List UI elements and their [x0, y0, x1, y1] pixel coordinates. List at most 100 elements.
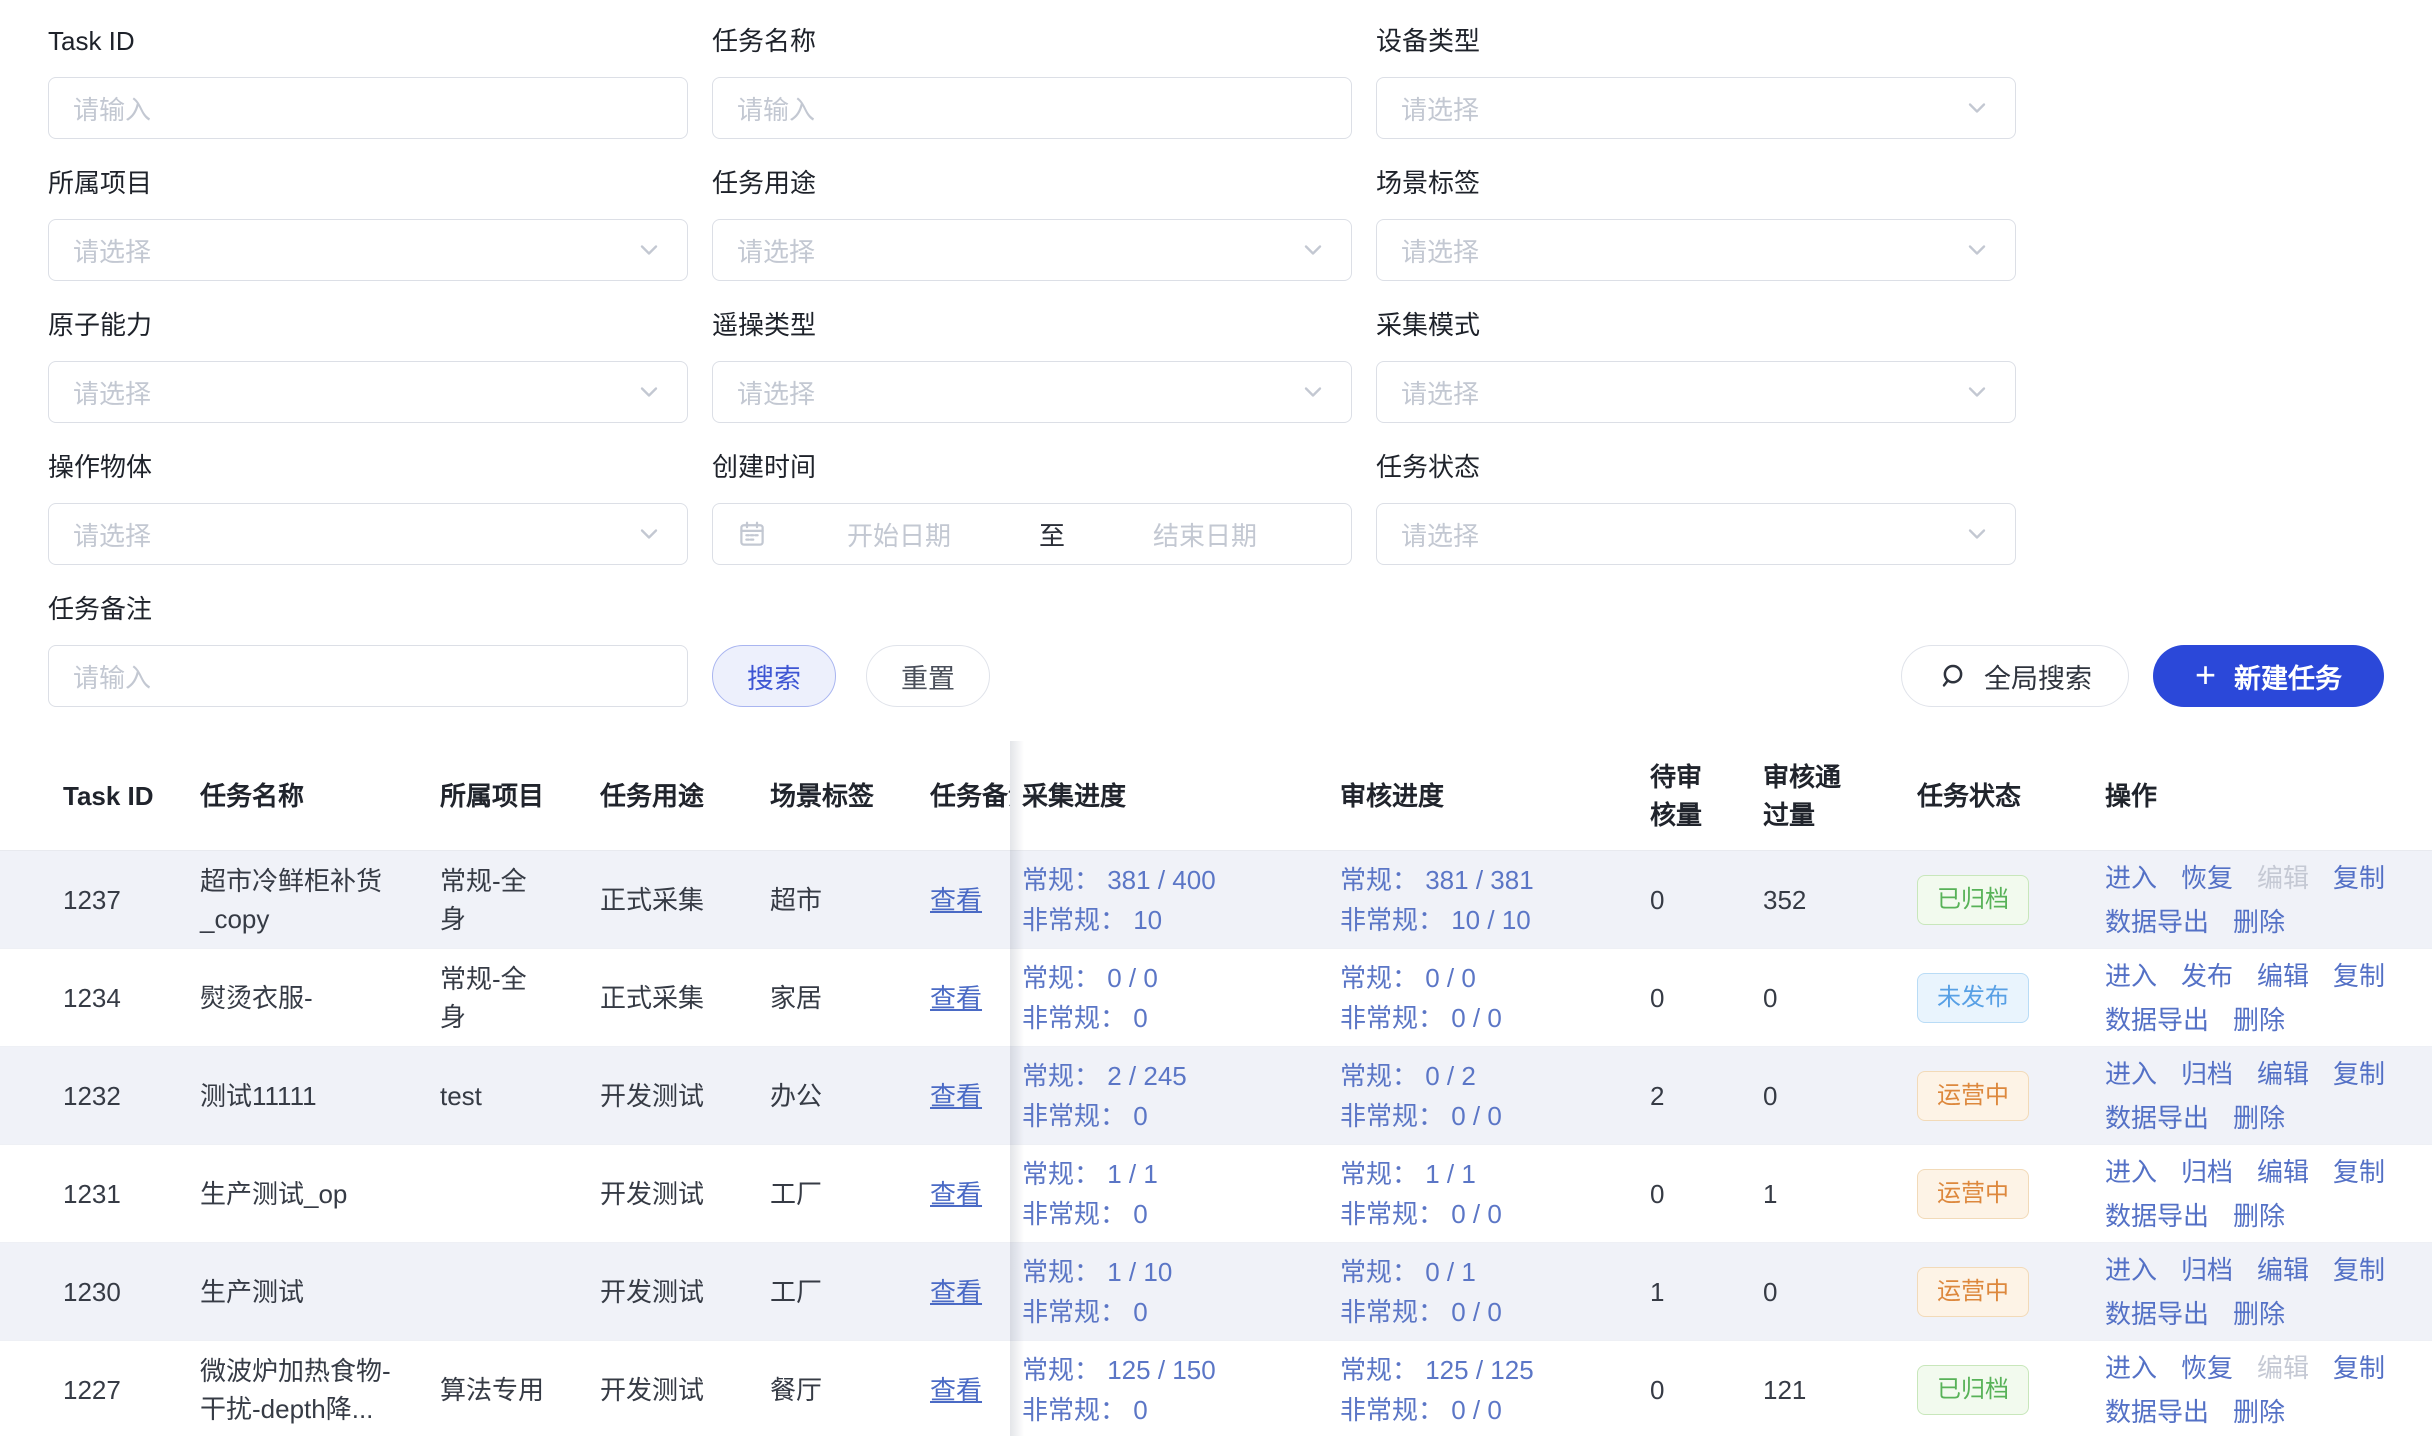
action-link[interactable]: 编辑: [2257, 1058, 2309, 1090]
text-input[interactable]: 请输入: [48, 77, 688, 139]
action-link[interactable]: 删除: [2233, 1298, 2285, 1330]
column-header: 所属项目: [440, 777, 600, 815]
view-remark-link[interactable]: 查看: [930, 1179, 982, 1209]
reset-button[interactable]: 重置: [866, 645, 990, 707]
action-link[interactable]: 数据导出: [2105, 1200, 2209, 1232]
select-input[interactable]: 请选择: [1376, 219, 2016, 281]
new-task-label: 新建任务: [2234, 657, 2342, 696]
cell-purpose: 正式采集: [600, 979, 770, 1017]
column-header: 任务状态: [1905, 777, 2105, 815]
select-placeholder: 请选择: [1401, 374, 1951, 411]
cell-task-id: 1232: [0, 1077, 200, 1115]
field-label: 原子能力: [48, 310, 688, 340]
input-placeholder: 请输入: [73, 658, 663, 695]
action-link[interactable]: 归档: [2181, 1058, 2233, 1090]
view-remark-link[interactable]: 查看: [930, 983, 982, 1013]
action-link[interactable]: 删除: [2233, 1102, 2285, 1134]
progress-line: 常规： 0 / 0: [1022, 958, 1340, 998]
cell-purpose: 正式采集: [600, 881, 770, 919]
table-body: 1237超市冷鲜柜补货_copy常规-全身正式采集超市查看常规： 381 / 4…: [0, 851, 2432, 1436]
action-link[interactable]: 进入: [2105, 1254, 2157, 1286]
cell-review-progress: 常规： 0 / 2非常规： 0 / 0: [1340, 1056, 1650, 1136]
view-remark-link[interactable]: 查看: [930, 885, 982, 915]
new-task-button[interactable]: + 新建任务: [2153, 645, 2384, 707]
action-link[interactable]: 归档: [2181, 1254, 2233, 1286]
action-link[interactable]: 删除: [2233, 1004, 2285, 1036]
view-remark-link[interactable]: 查看: [930, 1081, 982, 1111]
action-link[interactable]: 删除: [2233, 906, 2285, 938]
action-link[interactable]: 复制: [2333, 1254, 2385, 1286]
field-label: 创建时间: [712, 452, 1352, 482]
action-link[interactable]: 数据导出: [2105, 1396, 2209, 1428]
plus-icon: +: [2195, 657, 2216, 693]
action-link[interactable]: 复制: [2333, 1058, 2385, 1090]
select-input[interactable]: 请选择: [48, 361, 688, 423]
action-link[interactable]: 复制: [2333, 960, 2385, 992]
cell-collect-progress: 常规： 2 / 245非常规： 0: [1010, 1056, 1340, 1136]
action-link[interactable]: 编辑: [2257, 960, 2309, 992]
select-input[interactable]: 请选择: [712, 361, 1352, 423]
status-badge: 运营中: [1917, 1071, 2029, 1121]
action-link[interactable]: 删除: [2233, 1200, 2285, 1232]
date-range-input[interactable]: 开始日期至结束日期: [712, 503, 1352, 565]
action-link[interactable]: 进入: [2105, 1058, 2157, 1090]
view-remark-link[interactable]: 查看: [930, 1375, 982, 1405]
action-link[interactable]: 归档: [2181, 1156, 2233, 1188]
select-input[interactable]: 请选择: [1376, 361, 2016, 423]
action-link[interactable]: 进入: [2105, 960, 2157, 992]
search-button[interactable]: 搜索: [712, 645, 836, 707]
cell-status: 运营中: [1905, 1169, 2105, 1219]
action-link[interactable]: 编辑: [2257, 1156, 2309, 1188]
action-link[interactable]: 进入: [2105, 862, 2157, 894]
cell-pending-count: 1: [1650, 1273, 1755, 1311]
select-input[interactable]: 请选择: [48, 503, 688, 565]
progress-line: 常规： 1 / 10: [1022, 1252, 1340, 1292]
action-link[interactable]: 复制: [2333, 1156, 2385, 1188]
action-link[interactable]: 发布: [2181, 960, 2233, 992]
action-links: 进入恢复编辑复制数据导出删除: [2105, 1352, 2412, 1428]
progress-line: 常规： 1 / 1: [1022, 1154, 1340, 1194]
action-link[interactable]: 数据导出: [2105, 1102, 2209, 1134]
global-search-button[interactable]: 全局搜索: [1901, 645, 2129, 707]
cell-remark: 查看: [930, 1273, 1010, 1311]
select-input[interactable]: 请选择: [712, 219, 1352, 281]
column-header: 审核进度: [1340, 777, 1650, 815]
cell-purpose: 开发测试: [600, 1077, 770, 1115]
select-input[interactable]: 请选择: [1376, 503, 2016, 565]
action-link[interactable]: 进入: [2105, 1156, 2157, 1188]
cell-actions: 进入恢复编辑复制数据导出删除: [2105, 1352, 2432, 1428]
cell-actions: 进入归档编辑复制数据导出删除: [2105, 1058, 2432, 1134]
cell-project: 算法专用: [440, 1371, 600, 1409]
remark-input[interactable]: 请输入: [48, 645, 688, 707]
action-link[interactable]: 复制: [2333, 1352, 2385, 1384]
action-link[interactable]: 进入: [2105, 1352, 2157, 1384]
cell-scene: 办公: [770, 1077, 930, 1115]
cell-scene: 餐厅: [770, 1371, 930, 1409]
cell-purpose: 开发测试: [600, 1371, 770, 1409]
chevron-down-icon: [1963, 378, 1991, 406]
status-badge: 已归档: [1917, 1365, 2029, 1415]
select-input[interactable]: 请选择: [48, 219, 688, 281]
cell-task-id: 1227: [0, 1371, 200, 1409]
progress-line: 常规： 381 / 400: [1022, 860, 1340, 900]
view-remark-link[interactable]: 查看: [930, 1277, 982, 1307]
cell-task-id: 1230: [0, 1273, 200, 1311]
chevron-down-icon: [635, 236, 663, 264]
cell-task-name: 测试11111: [200, 1077, 440, 1115]
action-link[interactable]: 恢复: [2181, 862, 2233, 894]
action-link[interactable]: 编辑: [2257, 1254, 2309, 1286]
action-link[interactable]: 复制: [2333, 862, 2385, 894]
action-link[interactable]: 数据导出: [2105, 1004, 2209, 1036]
action-link[interactable]: 数据导出: [2105, 906, 2209, 938]
select-input[interactable]: 请选择: [1376, 77, 2016, 139]
progress-line: 常规： 1 / 1: [1340, 1154, 1650, 1194]
action-link[interactable]: 数据导出: [2105, 1298, 2209, 1330]
column-header: 任务用途: [600, 777, 770, 815]
chevron-down-icon: [635, 520, 663, 548]
field-label: 任务状态: [1376, 452, 2016, 482]
filter-field: 遥操类型请选择: [712, 310, 1352, 423]
action-link[interactable]: 恢复: [2181, 1352, 2233, 1384]
filter-field: 操作物体请选择: [48, 452, 688, 565]
action-link[interactable]: 删除: [2233, 1396, 2285, 1428]
text-input[interactable]: 请输入: [712, 77, 1352, 139]
